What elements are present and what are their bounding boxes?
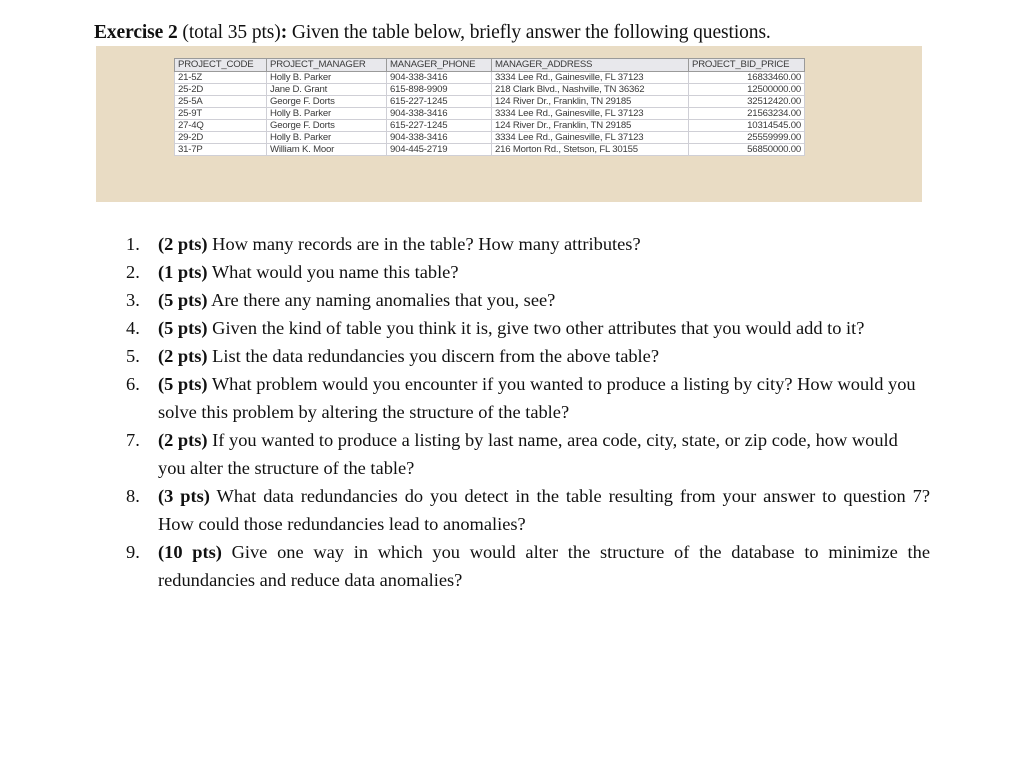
exercise-label: Exercise 2	[94, 22, 178, 43]
question-points: (2 pts)	[158, 430, 208, 450]
question-text: Given the kind of table you think it is,…	[207, 318, 865, 338]
cell-project-manager: Holly B. Parker	[266, 131, 387, 144]
question-number: 3.	[126, 290, 140, 310]
project-table: PROJECT_CODE PROJECT_MANAGER MANAGER_PHO…	[174, 58, 805, 156]
question-number: 1.	[126, 234, 140, 254]
question-points: (5 pts)	[158, 290, 208, 310]
cell-manager-address: 216 Morton Rd., Stetson, FL 30155	[491, 143, 689, 156]
question-text: List the data redundancies you discern f…	[207, 346, 659, 366]
cell-project-manager: George F. Dorts	[266, 119, 387, 132]
question-number: 2.	[126, 262, 140, 282]
question-item: 6. (5 pts) What problem would you encount…	[122, 370, 930, 426]
cell-project-bid-price: 25559999.00	[688, 131, 805, 144]
exercise-instructions: Given the table below, briefly answer th…	[287, 22, 771, 43]
question-number: 4.	[126, 318, 140, 338]
cell-project-manager: Holly B. Parker	[266, 71, 387, 84]
column-header-manager-address: MANAGER_ADDRESS	[491, 58, 689, 72]
cell-project-code: 31-7P	[174, 143, 267, 156]
question-item: 7. (2 pts) If you wanted to produce a lis…	[122, 426, 930, 482]
cell-project-bid-price: 21563234.00	[688, 107, 805, 120]
cell-manager-address: 3334 Lee Rd., Gainesville, FL 37123	[491, 71, 689, 84]
cell-project-code: 29-2D	[174, 131, 267, 144]
question-points: (5 pts)	[158, 318, 208, 338]
cell-project-bid-price: 16833460.00	[688, 71, 805, 84]
table-row: 25-5A George F. Dorts 615-227-1245 124 R…	[174, 95, 805, 108]
question-text: If you wanted to produce a listing by la…	[158, 430, 898, 478]
table-row: 31-7P William K. Moor 904-445-2719 216 M…	[174, 143, 805, 156]
cell-project-code: 21-5Z	[174, 71, 267, 84]
cell-project-manager: George F. Dorts	[266, 95, 387, 108]
question-item: 9. (10 pts) Give one way in which you wou…	[122, 538, 930, 594]
question-points: (2 pts)	[158, 234, 208, 254]
cell-manager-address: 124 River Dr., Franklin, TN 29185	[491, 119, 689, 132]
question-text: Are there any naming anomalies that you,…	[207, 290, 556, 310]
question-item: 2. (1 pts) What would you name this table…	[122, 258, 930, 286]
column-header-project-manager: PROJECT_MANAGER	[266, 58, 387, 72]
cell-project-manager: Jane D. Grant	[266, 83, 387, 96]
cell-project-bid-price: 10314545.00	[688, 119, 805, 132]
question-points: (5 pts)	[158, 374, 208, 394]
cell-project-code: 25-9T	[174, 107, 267, 120]
question-number: 8.	[126, 486, 140, 506]
cell-manager-phone: 615-227-1245	[386, 119, 492, 132]
cell-manager-address: 3334 Lee Rd., Gainesville, FL 37123	[491, 107, 689, 120]
cell-project-manager: William K. Moor	[266, 143, 387, 156]
question-list: 1. (2 pts) How many records are in the ta…	[122, 230, 930, 594]
cell-manager-phone: 904-338-3416	[386, 131, 492, 144]
table-row: 25-9T Holly B. Parker 904-338-3416 3334 …	[174, 107, 805, 120]
question-item: 5. (2 pts) List the data redundancies you…	[122, 342, 930, 370]
cell-project-bid-price: 56850000.00	[688, 143, 805, 156]
question-item: 1. (2 pts) How many records are in the ta…	[122, 230, 930, 258]
table-row: 29-2D Holly B. Parker 904-338-3416 3334 …	[174, 131, 805, 144]
table-row: 21-5Z Holly B. Parker 904-338-3416 3334 …	[174, 71, 805, 84]
cell-project-bid-price: 32512420.00	[688, 95, 805, 108]
question-number: 5.	[126, 346, 140, 366]
cell-project-code: 27-4Q	[174, 119, 267, 132]
table-row: 25-2D Jane D. Grant 615-898-9909 218 Cla…	[174, 83, 805, 96]
cell-manager-phone: 615-898-9909	[386, 83, 492, 96]
question-number: 6.	[126, 374, 140, 394]
table-row: 27-4Q George F. Dorts 615-227-1245 124 R…	[174, 119, 805, 132]
question-number: 9.	[126, 542, 140, 562]
column-header-manager-phone: MANAGER_PHONE	[386, 58, 492, 72]
column-header-project-bid-price: PROJECT_BID_PRICE	[688, 58, 805, 72]
cell-manager-phone: 904-445-2719	[386, 143, 492, 156]
cell-manager-phone: 904-338-3416	[386, 71, 492, 84]
cell-manager-address: 3334 Lee Rd., Gainesville, FL 37123	[491, 131, 689, 144]
question-number: 7.	[126, 430, 140, 450]
question-item: 3. (5 pts) Are there any naming anomalies…	[122, 286, 930, 314]
cell-manager-address: 124 River Dr., Franklin, TN 29185	[491, 95, 689, 108]
question-points: (2 pts)	[158, 346, 208, 366]
question-item: 4. (5 pts) Given the kind of table you th…	[122, 314, 930, 342]
question-points: (3 pts)	[158, 486, 210, 506]
table-header-row: PROJECT_CODE PROJECT_MANAGER MANAGER_PHO…	[174, 58, 805, 72]
column-header-project-code: PROJECT_CODE	[174, 58, 267, 72]
cell-manager-address: 218 Clark Blvd., Nashville, TN 36362	[491, 83, 689, 96]
cell-project-code: 25-5A	[174, 95, 267, 108]
question-text: How many records are in the table? How m…	[207, 234, 641, 254]
cell-project-manager: Holly B. Parker	[266, 107, 387, 120]
question-text: What would you name this table?	[207, 262, 459, 282]
question-text: What data redundancies do you detect in …	[158, 486, 930, 534]
question-points: (1 pts)	[158, 262, 208, 282]
cell-manager-phone: 904-338-3416	[386, 107, 492, 120]
exercise-title: Exercise 2 (total 35 pts): Given the tab…	[94, 21, 771, 45]
cell-project-code: 25-2D	[174, 83, 267, 96]
cell-project-bid-price: 12500000.00	[688, 83, 805, 96]
question-text: What problem would you encounter if you …	[158, 374, 916, 422]
cell-manager-phone: 615-227-1245	[386, 95, 492, 108]
question-points: (10 pts)	[158, 542, 222, 562]
question-text: Give one way in which you would alter th…	[158, 542, 930, 590]
question-item: 8. (3 pts) What data redundancies do you …	[122, 482, 930, 538]
exercise-total-points: (total 35 pts)	[177, 22, 281, 43]
